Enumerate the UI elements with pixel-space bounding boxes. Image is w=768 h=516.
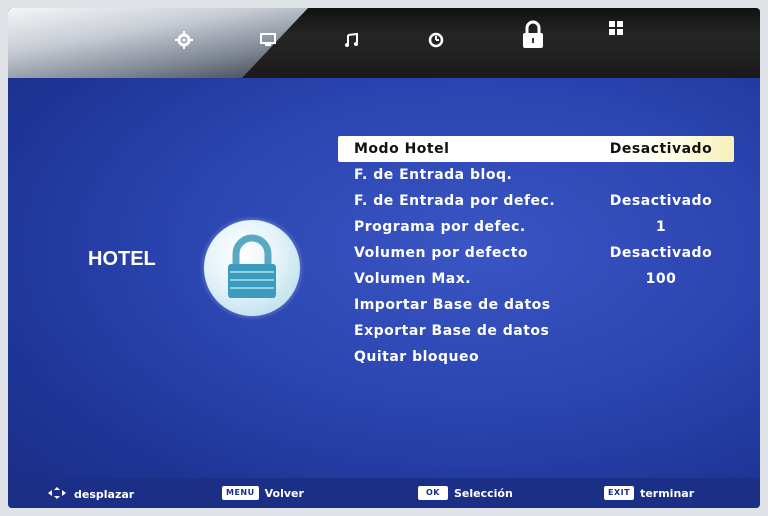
footer-hint-bar: desplazar MENU Volver OK Selección EXIT … [8, 478, 760, 508]
menu-item-entrada-bloq[interactable]: F. de Entrada bloq. [338, 162, 734, 188]
grid-icon[interactable] [604, 16, 628, 40]
menu-item-modo-hotel[interactable]: Modo Hotel Desactivado [338, 136, 734, 162]
menu-item-label: Volumen Max. [354, 271, 472, 287]
menu-item-label: F. de Entrada por defec. [354, 193, 556, 209]
hint-move-label: desplazar [74, 488, 135, 501]
menu-item-label: Volumen por defecto [354, 245, 529, 261]
menu-item-label: Importar Base de datos [354, 297, 551, 313]
menu-item-programa-defec[interactable]: Programa por defec. 1 [338, 214, 734, 240]
menu-item-label: Exportar Base de datos [354, 323, 550, 339]
menu-item-label: Quitar bloqueo [354, 349, 480, 365]
music-note-icon[interactable] [340, 28, 364, 52]
hotel-settings-menu: Modo Hotel Desactivado F. de Entrada blo… [338, 136, 734, 370]
menu-item-label: Programa por defec. [354, 219, 526, 235]
ok-key-icon: OK [418, 486, 448, 500]
hint-back: MENU Volver [222, 486, 304, 500]
padlock-icon [204, 220, 300, 316]
menu-item-importar-base[interactable]: Importar Base de datos [338, 292, 734, 318]
hint-exit-label: terminar [640, 486, 695, 500]
clock-icon[interactable] [424, 28, 448, 52]
hint-select-label: Selección [454, 486, 513, 500]
exit-key-icon: EXIT [604, 486, 635, 500]
menu-tab-bar [8, 8, 760, 78]
section-title: HOTEL [88, 248, 156, 270]
hint-exit: EXIT terminar [604, 486, 694, 500]
menu-item-volumen-max[interactable]: Volumen Max. 100 [338, 266, 734, 292]
lock-icon[interactable] [518, 18, 548, 52]
hint-move: desplazar [46, 486, 134, 503]
gear-icon[interactable] [172, 28, 196, 52]
arrows-icon [46, 486, 68, 503]
menu-item-value: 100 [645, 271, 677, 287]
monitor-icon[interactable] [256, 28, 280, 52]
menu-item-value: 1 [655, 219, 667, 235]
tv-screen: HOTEL Modo Hotel Desactivado F. de Entra… [8, 8, 760, 508]
hint-back-label: Volver [264, 486, 304, 500]
menu-item-quitar-bloqueo[interactable]: Quitar bloqueo [338, 344, 734, 370]
menu-item-value: Desactivado [609, 245, 713, 261]
menu-item-label: Modo Hotel [354, 141, 450, 157]
menu-item-entrada-defec[interactable]: F. de Entrada por defec. Desactivado [338, 188, 734, 214]
hint-select: OK Selección [418, 486, 513, 500]
menu-key-icon: MENU [222, 486, 259, 500]
menu-item-value: Desactivado [609, 141, 713, 157]
menu-item-label: F. de Entrada bloq. [354, 167, 513, 183]
menu-item-value: Desactivado [609, 193, 713, 209]
menu-item-volumen-defecto[interactable]: Volumen por defecto Desactivado [338, 240, 734, 266]
menu-item-exportar-base[interactable]: Exportar Base de datos [338, 318, 734, 344]
